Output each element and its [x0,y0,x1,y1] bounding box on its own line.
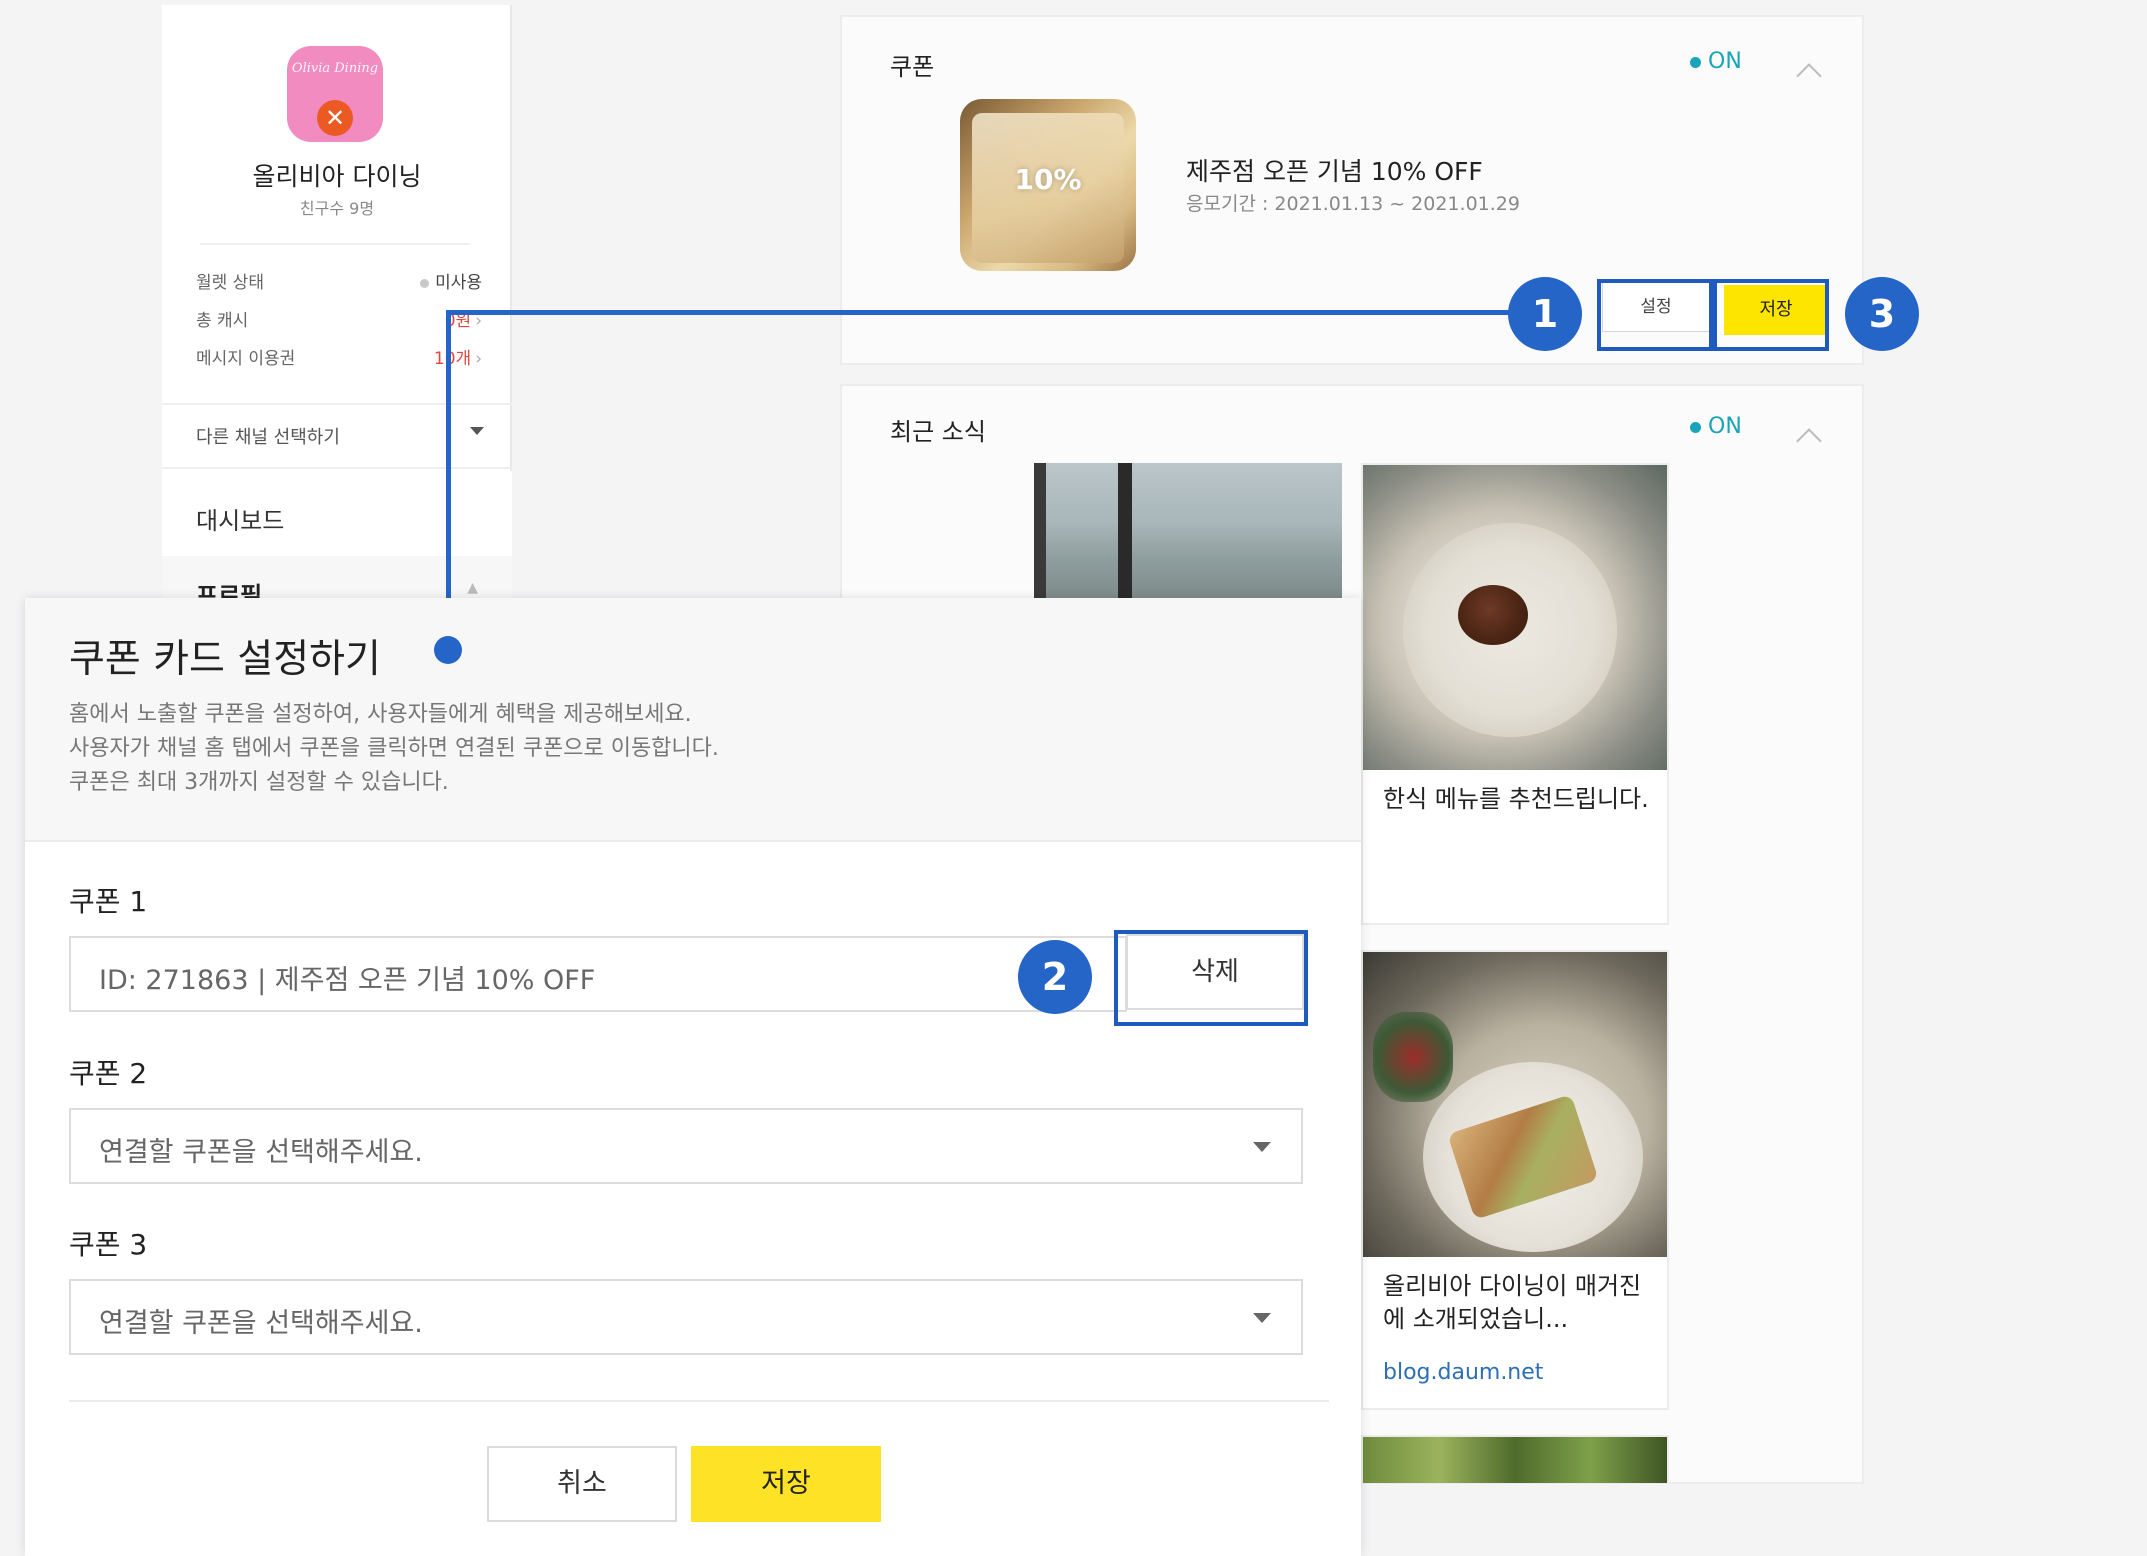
coupon-period: 응모기간 : 2021.01.13 ~ 2021.01.29 [1186,193,1520,215]
modal-save-button[interactable]: 저장 [691,1446,881,1522]
modal-desc-line: 쿠폰은 최대 3개까지 설정할 수 있습니다. [69,770,449,795]
news-image-dish [1363,465,1667,770]
callout-3: 3 [1845,277,1919,351]
thumbnail-percent: 10% [1014,163,1082,196]
caret-down-icon [1253,1142,1271,1152]
modal-description: 홈에서 노출할 쿠폰을 설정하여, 사용자들에게 혜택을 제공해보세요. 사용자… [69,698,1269,800]
flower-shape [1373,1012,1453,1102]
news-card-link[interactable]: blog.daum.net [1383,1360,1543,1385]
modal-header: 쿠폰 카드 설정하기 홈에서 노출할 쿠폰을 설정하여, 사용자들에게 혜택을 … [25,598,1361,842]
wallet-status-label: 월렛 상태 [196,273,264,293]
divider [200,243,470,245]
friend-count: 친구수 9명 [299,199,375,218]
coupon-on-label: ON [1708,49,1742,74]
message-ticket-value: 10개 [433,349,472,369]
highlight-setting-box [1597,279,1713,351]
coupon-on-toggle[interactable]: ON [1690,49,1742,74]
fork-knife-icon: ✕ [317,100,353,136]
news-image-sandwich [1363,952,1667,1257]
news-card[interactable]: 올리비아 다이닝이 매거진에 소개되었습니... blog.daum.net [1361,950,1669,1410]
channel-logo: Olivia Dining ✕ [287,46,383,142]
news-card-text: 한식 메뉴를 추천드립니다. [1383,785,1649,813]
news-on-toggle[interactable]: ON [1690,414,1742,439]
caret-down-icon [1253,1313,1271,1323]
caret-down-icon [470,427,484,435]
total-cash-row[interactable]: 총 캐시 0원 › [196,306,482,336]
message-ticket-row[interactable]: 메시지 이용권 10개 › [196,344,482,374]
on-dot-icon [1690,421,1701,433]
wallet-status-value: 미사용 [435,273,482,293]
coupon1-value: ID: 271863 | 제주점 오픈 기념 10% OFF [99,965,596,996]
news-image-city[interactable] [1034,463,1342,598]
caret-up-icon: ▲ [467,580,478,596]
on-dot-icon [1690,56,1701,68]
news-on-label: ON [1708,414,1742,439]
highlight-delete-box [1114,930,1308,1026]
collapse-chevron-icon[interactable] [1796,63,1822,89]
coupon3-select[interactable]: 연결할 쿠폰을 선택해주세요. [69,1279,1303,1355]
chevron-right-icon: › [475,349,482,369]
news-panel-title: 최근 소식 [890,418,986,446]
coupon3-placeholder: 연결할 쿠폰을 선택해주세요. [99,1308,423,1339]
coupon-card-modal: 쿠폰 카드 설정하기 홈에서 노출할 쿠폰을 설정하여, 사용자들에게 혜택을 … [25,598,1361,1556]
coupon2-select[interactable]: 연결할 쿠폰을 선택해주세요. [69,1108,1303,1184]
coupon-panel-title: 쿠폰 [890,53,935,81]
channel-select-label: 다른 채널 선택하기 [196,427,340,448]
modal-desc-line: 사용자가 채널 홈 탭에서 쿠폰을 클릭하면 연결된 쿠폰으로 이동합니다. [69,736,719,761]
coupon2-placeholder: 연결할 쿠폰을 선택해주세요. [99,1137,423,1168]
news-card[interactable] [1361,1435,1669,1485]
connector-line [446,310,1510,315]
window-frame [1034,463,1046,598]
total-cash-label: 총 캐시 [196,311,249,331]
message-ticket-label: 메시지 이용권 [196,349,296,369]
news-card-text: 올리비아 다이닝이 매거진에 소개되었습니... [1383,1272,1642,1333]
coupon1-input[interactable]: ID: 271863 | 제주점 오픈 기념 10% OFF [69,936,1127,1012]
coupon3-label: 쿠폰 3 [69,1228,148,1261]
coupon1-label: 쿠폰 1 [69,885,148,918]
dish-shape [1458,585,1528,645]
connector-dot [434,636,462,664]
wallet-status-row: 월렛 상태 미사용 [196,268,482,298]
window-frame [1118,463,1132,598]
news-card[interactable]: 한식 메뉴를 추천드립니다. [1361,463,1669,925]
modal-title: 쿠폰 카드 설정하기 [69,637,381,682]
menu-dashboard[interactable]: 대시보드 [162,471,512,556]
news-image-garden [1363,1437,1667,1483]
channel-name: 올리비아 다이닝 [252,162,422,191]
modal-desc-line: 홈에서 노출할 쿠폰을 설정하여, 사용자들에게 혜택을 제공해보세요. [69,702,692,727]
coupon-thumbnail: 10% [960,99,1136,271]
highlight-save-box [1713,279,1829,351]
coupon-title: 제주점 오픈 기념 10% OFF [1186,157,1483,186]
modal-cancel-button[interactable]: 취소 [487,1446,677,1522]
callout-1: 1 [1508,277,1582,351]
channel-select-dropdown[interactable]: 다른 채널 선택하기 [162,403,512,469]
coupon2-label: 쿠폰 2 [69,1057,148,1090]
background-area [1361,1484,2147,1556]
logo-text: Olivia Dining [291,61,379,76]
collapse-chevron-icon[interactable] [1796,428,1822,454]
modal-divider [69,1400,1329,1402]
status-dot-icon [420,278,430,288]
callout-2: 2 [1018,940,1092,1014]
